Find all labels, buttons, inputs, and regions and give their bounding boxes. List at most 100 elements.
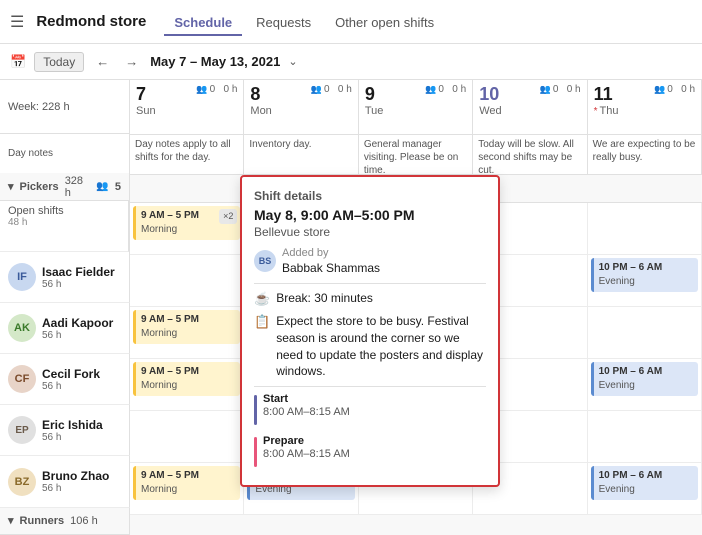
aadi-shift-sun-time: 9 AM – 5 PM bbox=[141, 313, 235, 327]
bruno-shift-thu-label: Evening bbox=[599, 483, 693, 497]
prepare-bar bbox=[254, 437, 257, 467]
runners-hours: 106 h bbox=[70, 515, 98, 527]
popup-break: Break: 30 minutes bbox=[276, 290, 373, 307]
open-shift-sun[interactable]: 9 AM – 5 PM Morning ×2 bbox=[133, 206, 240, 240]
popup-notes: Expect the store to be busy. Festival se… bbox=[276, 313, 486, 380]
cecil-shift-thu-label: Evening bbox=[599, 379, 693, 393]
popup-date: May 8, 9:00 AM–5:00 PM bbox=[254, 207, 486, 223]
sub-header: 📅 Today ← → May 7 – May 13, 2021 ⌄ bbox=[0, 44, 702, 80]
main-grid: Week: 228 h Day notes ▾ Pickers 328 h 👥 … bbox=[0, 80, 702, 535]
popup-store: Bellevue store bbox=[254, 225, 486, 239]
day-num-7: 7 bbox=[136, 84, 146, 105]
day-name-8: Mon bbox=[250, 105, 351, 117]
person-info-bruno: BZ Bruno Zhao 56 h bbox=[0, 456, 130, 507]
isaac-shift-thu-label: Evening bbox=[599, 275, 693, 289]
avatar-bruno: BZ bbox=[8, 468, 36, 496]
tab-other-open-shifts[interactable]: Other open shifts bbox=[325, 11, 444, 36]
tab-requests[interactable]: Requests bbox=[246, 11, 321, 36]
cecil-shift-sun[interactable]: 9 AM – 5 PM Morning bbox=[133, 362, 240, 396]
cecil-cell-thu[interactable]: 10 PM – 6 AM Evening bbox=[588, 359, 702, 410]
popup-notes-row: 📋 Expect the store to be busy. Festival … bbox=[254, 313, 486, 380]
bruno-shift-sun[interactable]: 9 AM – 5 PM Morning bbox=[133, 466, 240, 500]
pickers-section-header: ▾ Pickers 328 h 👥 5 bbox=[0, 173, 129, 200]
day-notes-label: Day notes bbox=[0, 134, 130, 173]
avatar-isaac: IF bbox=[8, 263, 36, 291]
cecil-shift-thu-time: 10 PM – 6 AM bbox=[599, 365, 693, 379]
day-hours-10: 👥 0 0 h bbox=[540, 84, 581, 95]
day-num-8: 8 bbox=[250, 84, 260, 105]
week-info: Week: 228 h bbox=[0, 80, 129, 134]
person-hours-bruno: 56 h bbox=[42, 483, 109, 494]
isaac-cell-thu[interactable]: 10 PM – 6 AM Evening bbox=[588, 255, 702, 306]
shift-details-popup: Shift details May 8, 9:00 AM–5:00 PM Bel… bbox=[240, 175, 500, 487]
day-hours-7: 👥 0 0 h bbox=[196, 84, 237, 95]
popup-prepare-label: Prepare bbox=[263, 435, 350, 447]
app-container: ☰ Redmond store Schedule Requests Other … bbox=[0, 0, 702, 535]
aadi-shift-sun[interactable]: 9 AM – 5 PM Morning bbox=[133, 310, 240, 344]
today-button[interactable]: Today bbox=[34, 52, 84, 72]
day-num-11: 11 bbox=[594, 84, 613, 105]
popup-start-time: 8:00 AM–8:15 AM bbox=[263, 406, 350, 418]
eric-cell-thu[interactable] bbox=[588, 411, 702, 462]
runners-section-header: ▾ Runners 106 h bbox=[0, 508, 129, 535]
runners-collapse-icon[interactable]: ▾ bbox=[8, 514, 14, 527]
day-note-sun: Day notes apply to all shifts for the da… bbox=[130, 135, 244, 174]
days-header: 7 👥 0 0 h Sun 8 👥 0 0 h Mon 9 👥 0 bbox=[130, 80, 702, 135]
top-nav: ☰ Redmond store Schedule Requests Other … bbox=[0, 0, 702, 44]
popup-start-label: Start bbox=[263, 393, 350, 405]
popup-added-name: Babbak Shammas bbox=[282, 261, 380, 275]
bruno-cell-sun[interactable]: 9 AM – 5 PM Morning bbox=[130, 463, 244, 514]
next-week-arrow[interactable]: → bbox=[121, 52, 142, 71]
cecil-shift-thu[interactable]: 10 PM – 6 AM Evening bbox=[591, 362, 698, 396]
left-sidebar: Week: 228 h Day notes ▾ Pickers 328 h 👥 … bbox=[0, 80, 130, 535]
open-shifts-name: Open shifts bbox=[8, 205, 120, 217]
open-shifts-hours: 48 h bbox=[8, 217, 120, 228]
isaac-shift-thu[interactable]: 10 PM – 6 AM Evening bbox=[591, 258, 698, 292]
day-note-wed: Today will be slow. All second shifts ma… bbox=[473, 135, 587, 174]
person-hours-isaac: 56 h bbox=[42, 279, 115, 290]
day-num-10: 10 bbox=[479, 84, 499, 105]
pickers-people: 5 bbox=[115, 181, 121, 193]
coffee-icon: ☕ bbox=[254, 291, 270, 307]
runners-grid-header bbox=[130, 515, 702, 535]
aadi-cell-sun[interactable]: 9 AM – 5 PM Morning bbox=[130, 307, 244, 358]
collapse-icon[interactable]: ▾ bbox=[8, 180, 14, 193]
person-name-cecil: Cecil Fork bbox=[42, 367, 100, 381]
day-hours-8: 👥 0 0 h bbox=[311, 84, 352, 95]
cecil-shift-sun-label: Morning bbox=[141, 379, 235, 393]
day-note-mon: Inventory day. bbox=[244, 135, 358, 174]
hamburger-icon[interactable]: ☰ bbox=[10, 12, 24, 32]
bruno-shift-thu-time: 10 PM – 6 AM bbox=[599, 469, 693, 483]
tab-schedule[interactable]: Schedule bbox=[164, 11, 242, 36]
cecil-cell-sun[interactable]: 9 AM – 5 PM Morning bbox=[130, 359, 244, 410]
isaac-shift-thu-time: 10 PM – 6 AM bbox=[599, 261, 693, 275]
person-info-cecil: CF Cecil Fork 56 h bbox=[0, 354, 130, 405]
calendar-icon: 📅 bbox=[10, 54, 26, 70]
person-name-isaac: Isaac Fielder bbox=[42, 265, 115, 279]
bruno-shift-thu[interactable]: 10 PM – 6 AM Evening bbox=[591, 466, 698, 500]
section-runners-label: Runners bbox=[20, 515, 65, 527]
day-hours-11: 👥 0 0 h bbox=[654, 84, 695, 95]
day-col-8: 8 👥 0 0 h Mon bbox=[244, 80, 358, 134]
grid-area: 7 👥 0 0 h Sun 8 👥 0 0 h Mon 9 👥 0 bbox=[130, 80, 702, 535]
bruno-cell-thu[interactable]: 10 PM – 6 AM Evening bbox=[588, 463, 702, 514]
person-hours-eric: 56 h bbox=[42, 432, 103, 443]
day-num-9: 9 bbox=[365, 84, 375, 105]
open-shifts-cell-sun[interactable]: 9 AM – 5 PM Morning ×2 bbox=[130, 203, 244, 254]
popup-added-label: Added by bbox=[282, 247, 380, 259]
aadi-cell-thu[interactable] bbox=[588, 307, 702, 358]
popup-prepare-time: 8:00 AM–8:15 AM bbox=[263, 448, 350, 460]
popup-divider-2 bbox=[254, 386, 486, 387]
day-name-9: Tue bbox=[365, 105, 466, 117]
open-shifts-cell-thu[interactable] bbox=[588, 203, 702, 254]
popup-title: Shift details bbox=[254, 189, 486, 203]
popup-prepare-row: Prepare 8:00 AM–8:15 AM bbox=[254, 435, 350, 467]
popup-added-by: BS Added by Babbak Shammas bbox=[254, 247, 486, 275]
store-name: Redmond store bbox=[36, 13, 146, 30]
prev-week-arrow[interactable]: ← bbox=[92, 52, 113, 71]
isaac-cell-sun[interactable] bbox=[130, 255, 244, 306]
day-name-7: Sun bbox=[136, 105, 237, 117]
day-hours-9: 👥 0 0 h bbox=[425, 84, 466, 95]
eric-cell-sun[interactable] bbox=[130, 411, 244, 462]
date-range[interactable]: May 7 – May 13, 2021 bbox=[150, 54, 280, 69]
